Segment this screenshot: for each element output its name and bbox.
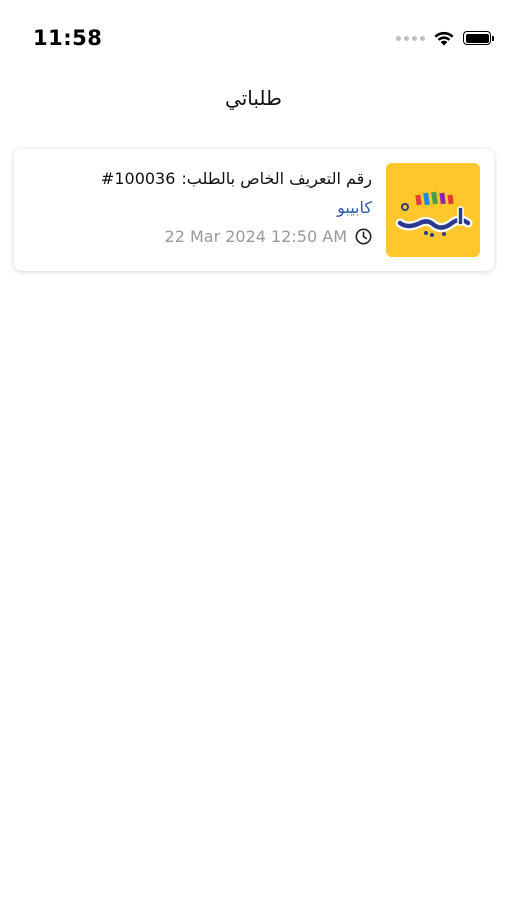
order-date-line: 22 Mar 2024 12:50 AM <box>32 225 372 247</box>
battery-icon <box>463 31 494 45</box>
status-time: 11:58 <box>33 26 103 50</box>
signal-dots-icon <box>396 35 425 41</box>
order-id-label: رقم التعريف الخاص بالطلب: <box>181 169 372 188</box>
order-id-value: #100036 <box>100 169 176 188</box>
status-icons <box>396 28 494 48</box>
clock-icon <box>355 228 372 245</box>
page-title: طلباتي <box>225 86 282 110</box>
status-bar: 11:58 <box>0 0 507 78</box>
order-id-line: رقم التعريف الخاص بالطلب: #100036 <box>32 167 372 191</box>
wifi-icon <box>433 30 455 46</box>
store-name-link[interactable]: كابيبو <box>32 197 372 219</box>
store-logo <box>386 163 480 257</box>
orders-screen: 11:58 طلباتي رقم التعريف الخاص بالطلب:#1… <box>0 0 507 900</box>
order-info: رقم التعريف الخاص بالطلب:#100036 كابيبو … <box>32 167 372 247</box>
order-card[interactable]: رقم التعريف الخاص بالطلب:#100036 كابيبو … <box>14 149 494 271</box>
kabibo-logo-icon <box>386 163 480 257</box>
order-date: 22 Mar 2024 12:50 AM <box>164 226 347 246</box>
